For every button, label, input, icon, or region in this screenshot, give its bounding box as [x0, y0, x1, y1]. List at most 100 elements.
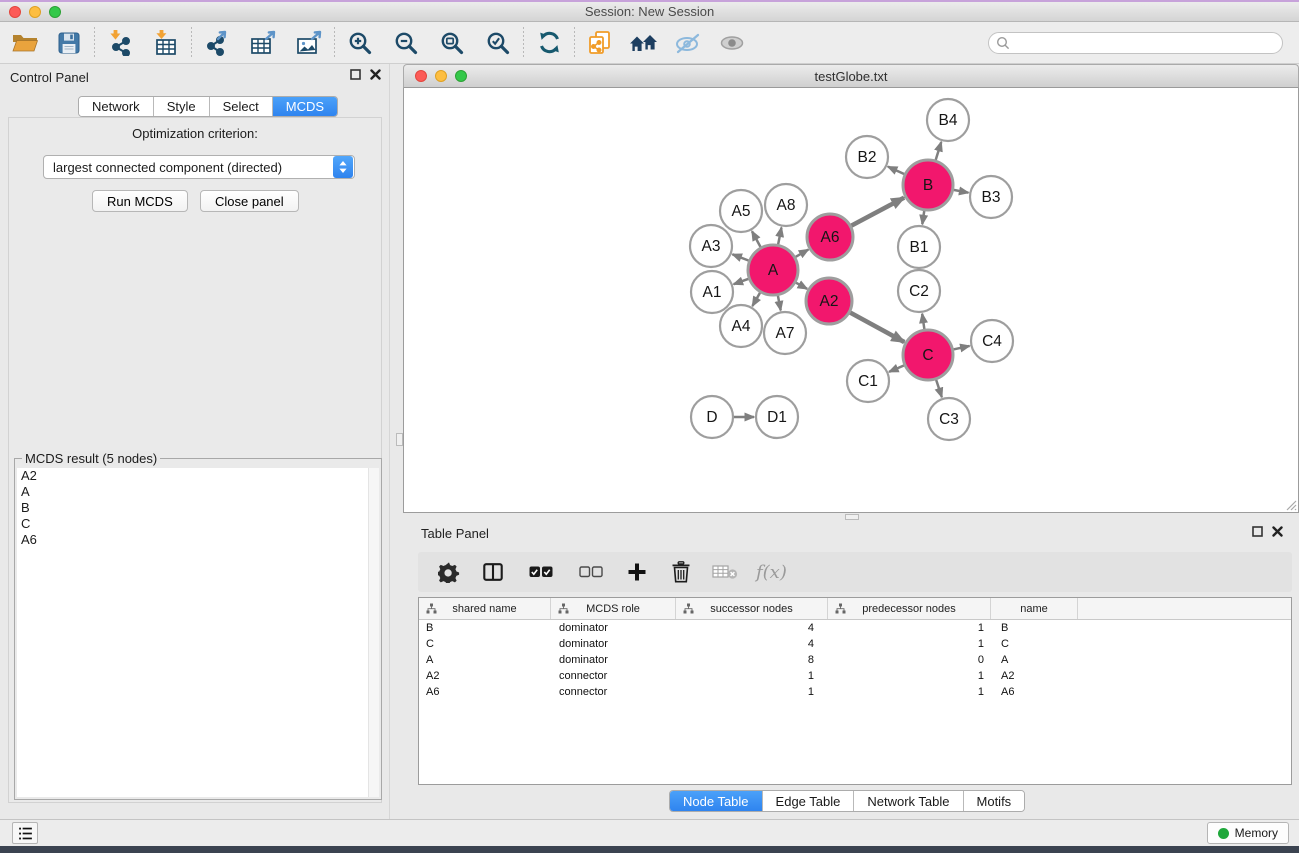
graph-edge[interactable] — [796, 250, 809, 257]
show-all-button[interactable] — [717, 26, 747, 60]
zoom-selected-button[interactable] — [483, 26, 513, 60]
refresh-network-button[interactable] — [534, 26, 564, 60]
table-row[interactable]: A2 connector 1 1 A2 — [419, 668, 1291, 684]
graph-edge[interactable] — [922, 314, 924, 329]
graph-edge[interactable] — [936, 380, 942, 397]
window-titlebar[interactable]: Session: New Session — [0, 2, 1299, 22]
graph-edge[interactable] — [734, 279, 749, 284]
graph-edge[interactable] — [936, 142, 942, 160]
cell-mcds-role[interactable]: dominator — [551, 654, 676, 666]
optimization-criterion-select[interactable]: largest connected component (directed) — [43, 155, 355, 179]
column-header-predecessor-nodes[interactable]: predecessor nodes — [828, 598, 991, 619]
export-network-button[interactable] — [202, 26, 232, 60]
list-item[interactable]: A6 — [17, 532, 379, 548]
list-item[interactable]: B — [17, 500, 379, 516]
list-item[interactable]: A — [17, 484, 379, 500]
cell-predecessor-nodes[interactable]: 1 — [828, 686, 991, 698]
zoom-in-button[interactable] — [345, 26, 375, 60]
tab-network[interactable]: Network — [79, 97, 154, 116]
import-table-button[interactable] — [151, 26, 181, 60]
graph-edge[interactable] — [888, 167, 904, 175]
cell-predecessor-nodes[interactable]: 1 — [828, 638, 991, 650]
close-panel-icon[interactable] — [370, 69, 381, 80]
list-scrollbar[interactable] — [368, 468, 379, 797]
graph-edge[interactable] — [732, 254, 748, 260]
mcds-result-list[interactable]: A2 A B C A6 — [17, 468, 379, 797]
cell-mcds-role[interactable]: connector — [551, 670, 676, 682]
select-all-columns-button[interactable] — [528, 557, 554, 587]
cell-predecessor-nodes[interactable]: 0 — [828, 654, 991, 666]
memory-button[interactable]: Memory — [1207, 822, 1289, 844]
open-session-button[interactable] — [10, 26, 40, 60]
graph-edge[interactable] — [752, 231, 761, 247]
show-columns-button[interactable] — [480, 557, 506, 587]
graph-edge[interactable] — [954, 190, 969, 193]
float-panel-icon[interactable] — [1252, 526, 1263, 537]
graph-edge[interactable] — [953, 346, 969, 350]
vertical-splitter-handle[interactable] — [396, 433, 403, 446]
network-graph[interactable]: AA1A3A5A8A4A7A6A2BB2B4B3B1C2CC4C1C3DD1 — [404, 88, 1298, 512]
unselect-all-columns-button[interactable] — [578, 557, 604, 587]
first-neighbors-button[interactable] — [629, 26, 659, 60]
cell-name[interactable]: A6 — [991, 686, 1078, 698]
search-input[interactable] — [988, 32, 1283, 54]
column-header-mcds-role[interactable]: MCDS role — [551, 598, 676, 619]
new-network-from-selection-button[interactable] — [585, 26, 615, 60]
resize-grip-icon[interactable] — [1283, 497, 1297, 511]
tab-mcds[interactable]: MCDS — [273, 97, 337, 116]
tab-network-table[interactable]: Network Table — [854, 791, 963, 811]
cell-mcds-role[interactable]: dominator — [551, 638, 676, 650]
cell-predecessor-nodes[interactable]: 1 — [828, 670, 991, 682]
cell-predecessor-nodes[interactable]: 1 — [828, 622, 991, 634]
cell-mcds-role[interactable]: dominator — [551, 622, 676, 634]
export-image-button[interactable] — [294, 26, 324, 60]
list-item[interactable]: C — [17, 516, 379, 532]
cell-successor-nodes[interactable]: 1 — [676, 670, 828, 682]
tab-motifs[interactable]: Motifs — [964, 791, 1025, 811]
close-panel-button[interactable]: Close panel — [200, 190, 299, 212]
node-table[interactable]: shared name MCDS role successor nodes — [418, 597, 1292, 785]
tab-node-table[interactable]: Node Table — [670, 791, 763, 811]
float-panel-icon[interactable] — [350, 69, 361, 80]
cell-successor-nodes[interactable]: 4 — [676, 622, 828, 634]
network-canvas[interactable]: AA1A3A5A8A4A7A6A2BB2B4B3B1C2CC4C1C3DD1 — [403, 88, 1299, 513]
graph-edge[interactable] — [922, 211, 924, 225]
add-column-button[interactable] — [624, 557, 650, 587]
zoom-out-button[interactable] — [391, 26, 421, 60]
cell-successor-nodes[interactable]: 1 — [676, 686, 828, 698]
cell-shared-name[interactable]: B — [419, 622, 551, 634]
cell-shared-name[interactable]: A6 — [419, 686, 551, 698]
graph-edge[interactable] — [778, 296, 781, 311]
cell-shared-name[interactable]: A — [419, 654, 551, 666]
cell-name[interactable]: A — [991, 654, 1078, 666]
graph-edge[interactable] — [778, 228, 781, 245]
graph-edge[interactable] — [752, 293, 760, 306]
run-mcds-button[interactable]: Run MCDS — [92, 190, 188, 212]
cell-shared-name[interactable]: A2 — [419, 670, 551, 682]
cell-successor-nodes[interactable]: 4 — [676, 638, 828, 650]
table-row[interactable]: A6 connector 1 1 A6 — [419, 684, 1291, 700]
list-item[interactable]: A2 — [17, 468, 379, 484]
cell-shared-name[interactable]: C — [419, 638, 551, 650]
tab-style[interactable]: Style — [154, 97, 210, 116]
table-row[interactable]: C dominator 4 1 C — [419, 636, 1291, 652]
apply-function-button[interactable]: f(x) — [756, 562, 787, 583]
zoom-fit-button[interactable] — [437, 26, 467, 60]
column-header-successor-nodes[interactable]: successor nodes — [676, 598, 828, 619]
graph-edge[interactable] — [889, 365, 904, 372]
column-header-shared-name[interactable]: shared name — [419, 598, 551, 619]
close-panel-icon[interactable] — [1272, 526, 1283, 537]
cell-name[interactable]: B — [991, 622, 1078, 634]
column-header-name[interactable]: name — [991, 598, 1078, 619]
hide-selected-button[interactable] — [673, 26, 703, 60]
delete-columns-button[interactable] — [668, 557, 694, 587]
network-window-titlebar[interactable]: testGlobe.txt — [403, 64, 1299, 88]
cell-mcds-role[interactable]: connector — [551, 686, 676, 698]
save-session-button[interactable] — [54, 26, 84, 60]
cell-successor-nodes[interactable]: 8 — [676, 654, 828, 666]
tab-edge-table[interactable]: Edge Table — [763, 791, 855, 811]
table-row[interactable]: B dominator 4 1 B — [419, 620, 1291, 636]
task-history-button[interactable] — [12, 822, 38, 844]
cell-name[interactable]: C — [991, 638, 1078, 650]
import-network-button[interactable] — [105, 26, 135, 60]
